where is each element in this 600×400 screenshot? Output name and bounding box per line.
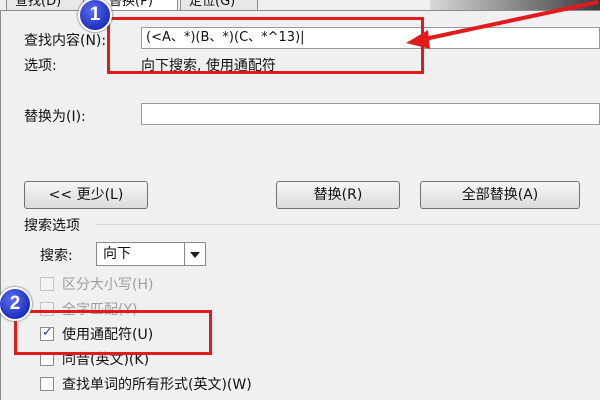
find-replace-dialog: 查找(D) 替换(P) 定位(G) 查找内容(N): (<A、*)(B、*)(C… (0, 0, 600, 400)
annotation-arrow (406, 0, 599, 49)
